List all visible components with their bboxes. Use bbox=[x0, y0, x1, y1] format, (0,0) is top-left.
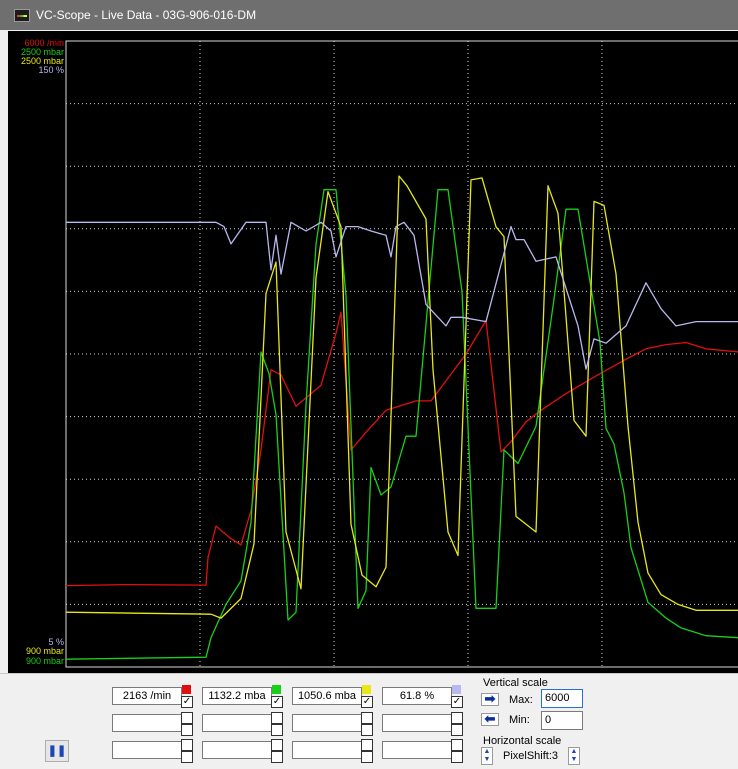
channel-12-color-swatch bbox=[451, 739, 463, 751]
channel-1-checkbox[interactable]: ✓ bbox=[181, 696, 193, 708]
channel-5-value bbox=[112, 714, 182, 732]
channel-7-checkbox[interactable] bbox=[361, 724, 373, 736]
series-4-line bbox=[66, 221, 738, 370]
channel-9-value bbox=[112, 741, 182, 759]
title-bar: VC-Scope - Live Data - 03G-906-016-DM bbox=[0, 0, 738, 30]
channel-12-value bbox=[382, 741, 452, 759]
scale-label-yellow-min: 900 mbar bbox=[25, 646, 64, 656]
scope-plot bbox=[65, 40, 738, 668]
channel-2-color-swatch bbox=[272, 685, 281, 694]
channel-8-color-swatch bbox=[451, 712, 463, 724]
channel-1-color-swatch bbox=[182, 685, 191, 694]
scope-display: 6000 /min 2500 mbar 2500 mbar 150 % 5 % … bbox=[8, 31, 738, 673]
channel-5-color-swatch bbox=[181, 712, 193, 724]
channel-9-color-swatch bbox=[181, 739, 193, 751]
scale-label-percent-max: 150 % bbox=[38, 65, 64, 75]
channel-5-checkbox[interactable] bbox=[181, 724, 193, 736]
min-input[interactable]: 0 bbox=[541, 711, 583, 730]
pause-icon: ❚❚ bbox=[47, 745, 67, 757]
channel-4-checkbox[interactable]: ✓ bbox=[451, 696, 463, 708]
channel-8-value bbox=[382, 714, 452, 732]
spin-updown-icon-2: ▲ ▼ bbox=[570, 748, 578, 763]
max-label: Max: bbox=[509, 694, 533, 706]
channel-6-value bbox=[202, 714, 272, 732]
series-3-line bbox=[65, 175, 738, 619]
horizontal-scale-down-spinner[interactable]: ▲ ▼ bbox=[481, 747, 493, 765]
scale-label-green-min: 900 mbar bbox=[25, 656, 64, 666]
channel-10-value bbox=[202, 741, 272, 759]
spin-updown-icon: ▲ ▼ bbox=[483, 748, 491, 763]
channel-3-color-swatch bbox=[362, 685, 371, 694]
channel-11-value bbox=[292, 741, 362, 759]
scale-next-button[interactable]: ➡ bbox=[481, 691, 499, 706]
series-2-line bbox=[65, 189, 738, 660]
channel-6-color-swatch bbox=[271, 712, 283, 724]
channel-7-color-swatch bbox=[361, 712, 373, 724]
channel-4-color-swatch bbox=[452, 685, 461, 694]
pause-button[interactable]: ❚❚ bbox=[45, 740, 69, 762]
min-label: Min: bbox=[509, 714, 530, 726]
arrow-right-icon: ➡ bbox=[484, 691, 496, 706]
scale-prev-button[interactable]: ⬅ bbox=[481, 711, 499, 726]
app-icon bbox=[14, 8, 30, 22]
channel-11-color-swatch bbox=[361, 739, 373, 751]
channel-7-value bbox=[292, 714, 362, 732]
vertical-scale-label: Vertical scale bbox=[483, 677, 548, 689]
channel-10-color-swatch bbox=[271, 739, 283, 751]
channel-11-checkbox[interactable] bbox=[361, 751, 373, 763]
channel-4-value: 61.8 % bbox=[382, 687, 452, 705]
channel-12-checkbox[interactable] bbox=[451, 751, 463, 763]
arrow-left-icon: ⬅ bbox=[484, 711, 496, 726]
channel-3-checkbox[interactable]: ✓ bbox=[361, 696, 373, 708]
window-title: VC-Scope - Live Data - 03G-906-016-DM bbox=[36, 8, 257, 22]
channel-10-checkbox[interactable] bbox=[271, 751, 283, 763]
channel-6-checkbox[interactable] bbox=[271, 724, 283, 736]
channel-8-checkbox[interactable] bbox=[451, 724, 463, 736]
channel-3-value: 1050.6 mba bbox=[292, 687, 362, 705]
horizontal-scale-value: PixelShift:3 bbox=[503, 750, 559, 762]
channel-2-value: 1132.2 mba bbox=[202, 687, 272, 705]
horizontal-scale-up-spinner[interactable]: ▲ ▼ bbox=[568, 747, 580, 765]
max-input[interactable]: 6000 bbox=[541, 689, 583, 708]
channel-2-checkbox[interactable]: ✓ bbox=[271, 696, 283, 708]
channel-1-value: 2163 /min bbox=[112, 687, 182, 705]
horizontal-scale-label: Horizontal scale bbox=[483, 735, 562, 747]
channel-9-checkbox[interactable] bbox=[181, 751, 193, 763]
